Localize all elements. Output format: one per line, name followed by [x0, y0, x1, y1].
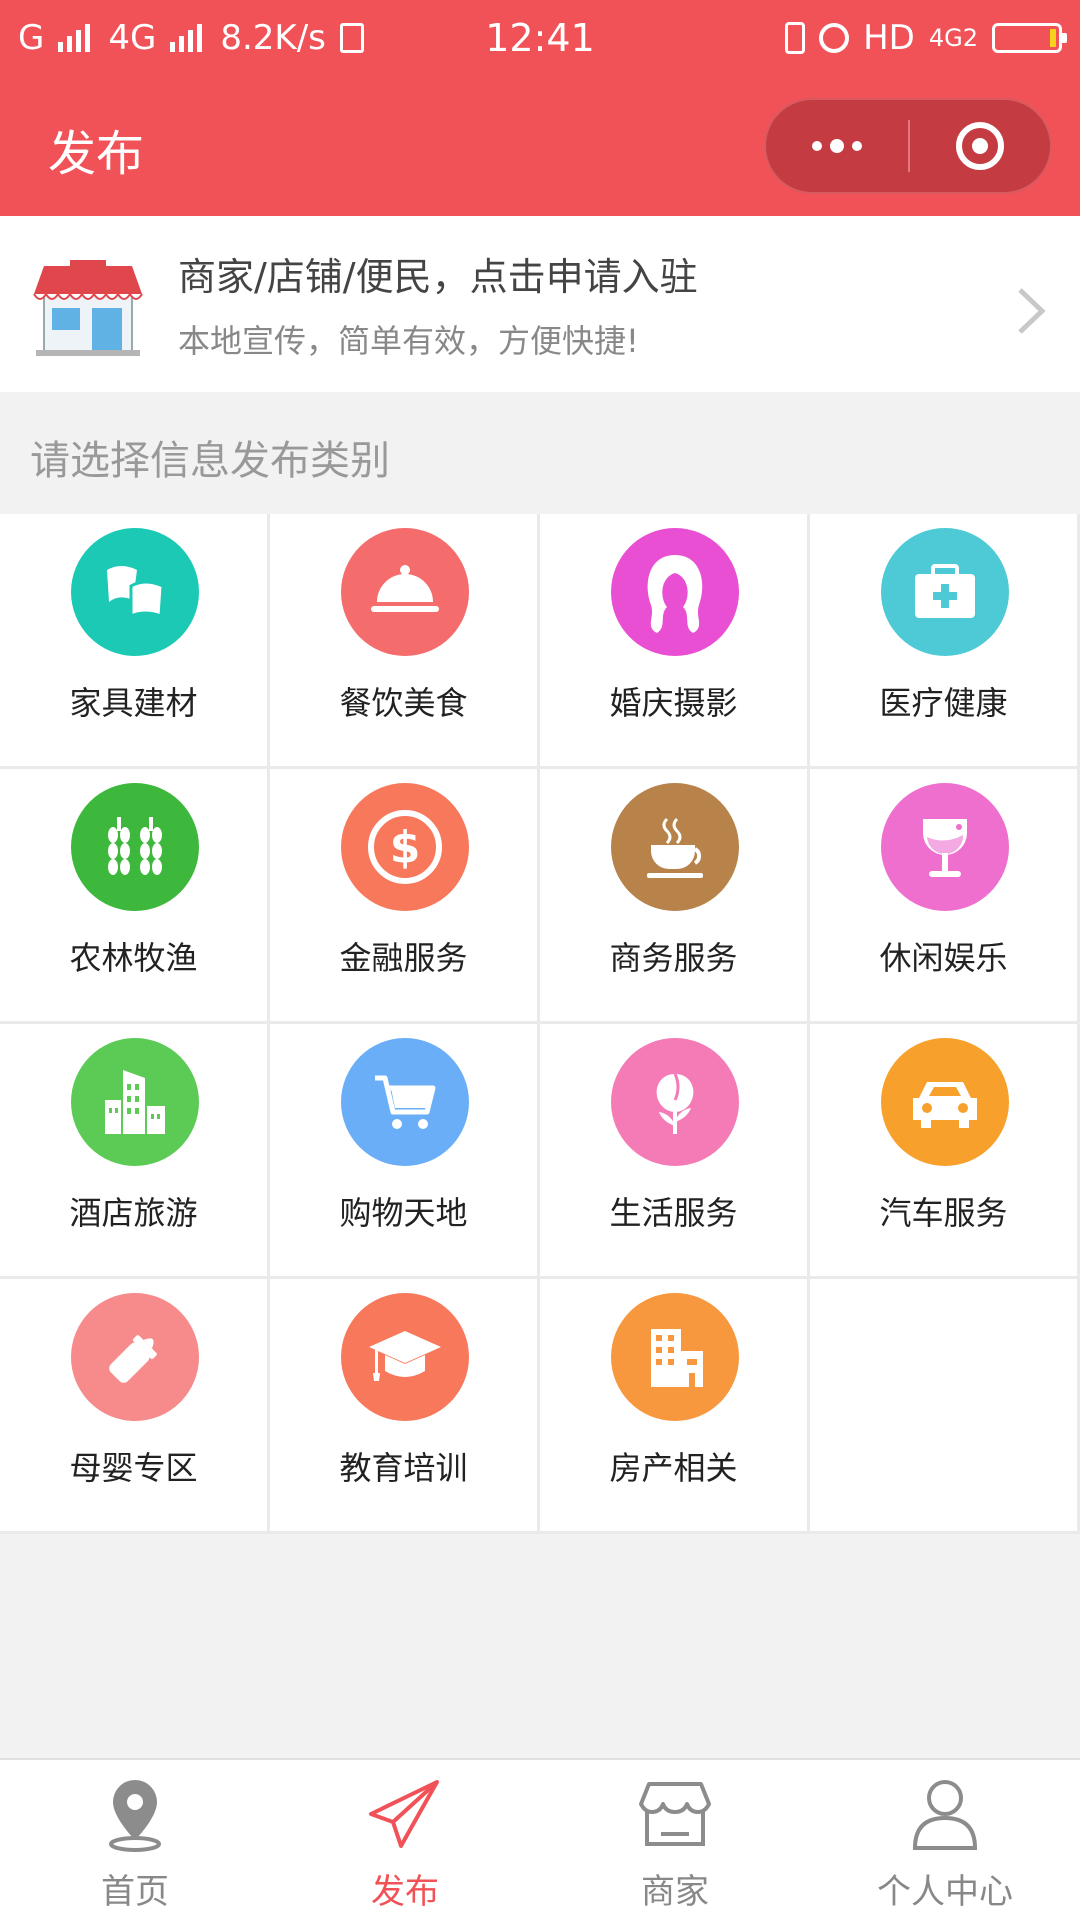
- bottom-tab-bar: 首页 发布 商家 个人中心: [0, 1758, 1080, 1920]
- category-finance[interactable]: $ 金融服务: [270, 769, 540, 1024]
- tab-profile[interactable]: 个人中心: [810, 1760, 1080, 1920]
- category-label: 酒店旅游: [69, 1194, 198, 1232]
- category-medical[interactable]: 医疗健康: [810, 514, 1080, 769]
- car-icon: [881, 1038, 1009, 1166]
- merchant-apply-banner[interactable]: 商家/店铺/便民，点击申请入驻 本地宣传，简单有效，方便快捷!: [0, 216, 1080, 392]
- hotel-building-icon: [71, 1038, 199, 1166]
- category-leisure[interactable]: 休闲娱乐: [810, 769, 1080, 1024]
- category-label: 婚庆摄影: [609, 684, 738, 722]
- cart-icon: [341, 1038, 469, 1166]
- sim-icon: [339, 23, 364, 53]
- wheat-icon: [71, 783, 199, 911]
- category-label: 医疗健康: [879, 684, 1008, 722]
- storefront-icon: [639, 1782, 711, 1846]
- category-label: 休闲娱乐: [879, 939, 1008, 977]
- category-business[interactable]: 商务服务: [540, 769, 810, 1024]
- category-agriculture[interactable]: 农林牧渔: [0, 769, 270, 1024]
- category-mother-baby[interactable]: 母婴专区: [0, 1279, 270, 1534]
- category-label: 商务服务: [609, 939, 738, 977]
- medical-kit-icon: [881, 528, 1009, 656]
- user-icon: [912, 1780, 978, 1850]
- tab-label: 首页: [101, 1872, 169, 1912]
- category-label: 生活服务: [609, 1194, 738, 1232]
- nav-bar: 发布: [0, 76, 1080, 216]
- category-grid: 家具建材 餐饮美食 婚庆摄影 医疗健康 农林牧渔 $ 金融服务 商务服务 休闲娱…: [0, 514, 1080, 1534]
- vibrate-icon: [785, 22, 806, 54]
- category-label: 母婴专区: [69, 1449, 198, 1487]
- category-label: 农林牧渔: [69, 939, 198, 977]
- more-dots-icon[interactable]: [766, 100, 908, 192]
- category-shopping[interactable]: 购物天地: [270, 1024, 540, 1279]
- mini-program-capsule: [764, 98, 1052, 194]
- signal-icon: [58, 24, 91, 52]
- location-pin-icon: [109, 1780, 161, 1852]
- furniture-icon: [71, 528, 199, 656]
- category-label: 金融服务: [339, 939, 468, 977]
- category-label: 教育培训: [339, 1449, 468, 1487]
- category-furniture[interactable]: 家具建材: [0, 514, 270, 769]
- tab-label: 个人中心: [877, 1872, 1013, 1912]
- tab-home[interactable]: 首页: [0, 1760, 270, 1920]
- carrier-label-2: 4G: [108, 18, 157, 58]
- category-education[interactable]: 教育培训: [270, 1279, 540, 1534]
- chevron-right-icon: [1018, 288, 1046, 334]
- baby-bottle-icon: [71, 1293, 199, 1421]
- category-food[interactable]: 餐饮美食: [270, 514, 540, 769]
- graduation-cap-icon: [341, 1293, 469, 1421]
- category-life-services[interactable]: 生活服务: [540, 1024, 810, 1279]
- tab-merchants[interactable]: 商家: [540, 1760, 810, 1920]
- category-label: 房产相关: [609, 1449, 738, 1487]
- carrier-label-1: G: [18, 18, 45, 58]
- tab-label: 发布: [371, 1872, 439, 1912]
- flower-icon: [611, 1038, 739, 1166]
- paper-plane-icon: [369, 1780, 439, 1848]
- publish-screen: G 4G 8.2K/s 12:41 HD 4G2 发布 商家/店铺/便民，点击申…: [0, 0, 1080, 1920]
- wine-glass-icon: [881, 783, 1009, 911]
- category-label: 购物天地: [339, 1194, 468, 1232]
- tab-publish[interactable]: 发布: [270, 1760, 540, 1920]
- battery-icon: [992, 23, 1067, 53]
- category-wedding[interactable]: 婚庆摄影: [540, 514, 810, 769]
- hd-label: HD: [863, 18, 915, 58]
- target-icon[interactable]: [910, 100, 1050, 192]
- category-label: 汽车服务: [879, 1194, 1008, 1232]
- tab-label: 商家: [641, 1872, 709, 1912]
- dollar-icon: $: [341, 783, 469, 911]
- category-car-services[interactable]: 汽车服务: [810, 1024, 1080, 1279]
- bride-icon: [611, 528, 739, 656]
- status-bar: G 4G 8.2K/s 12:41 HD 4G2: [0, 0, 1080, 76]
- shop-icon: [33, 260, 143, 356]
- page-title: 发布: [48, 126, 145, 182]
- category-real-estate[interactable]: 房产相关: [540, 1279, 810, 1534]
- net-type: 4G2: [928, 24, 978, 52]
- banner-subtitle: 本地宣传，简单有效，方便快捷!: [178, 322, 639, 360]
- banner-title: 商家/店铺/便民，点击申请入驻: [178, 255, 698, 299]
- section-title: 请选择信息发布类别: [30, 438, 390, 484]
- svg-text:$: $: [390, 822, 421, 873]
- coffee-cup-icon: [611, 783, 739, 911]
- category-hotel[interactable]: 酒店旅游: [0, 1024, 270, 1279]
- net-speed: 8.2K/s: [220, 18, 326, 58]
- signal-icon-2: [170, 24, 203, 52]
- category-label: 家具建材: [69, 684, 198, 722]
- alarm-icon: [819, 23, 850, 53]
- category-label: 餐饮美食: [339, 684, 468, 722]
- empty-cell: [810, 1279, 1080, 1534]
- food-cloche-icon: [341, 528, 469, 656]
- real-estate-icon: [611, 1293, 739, 1421]
